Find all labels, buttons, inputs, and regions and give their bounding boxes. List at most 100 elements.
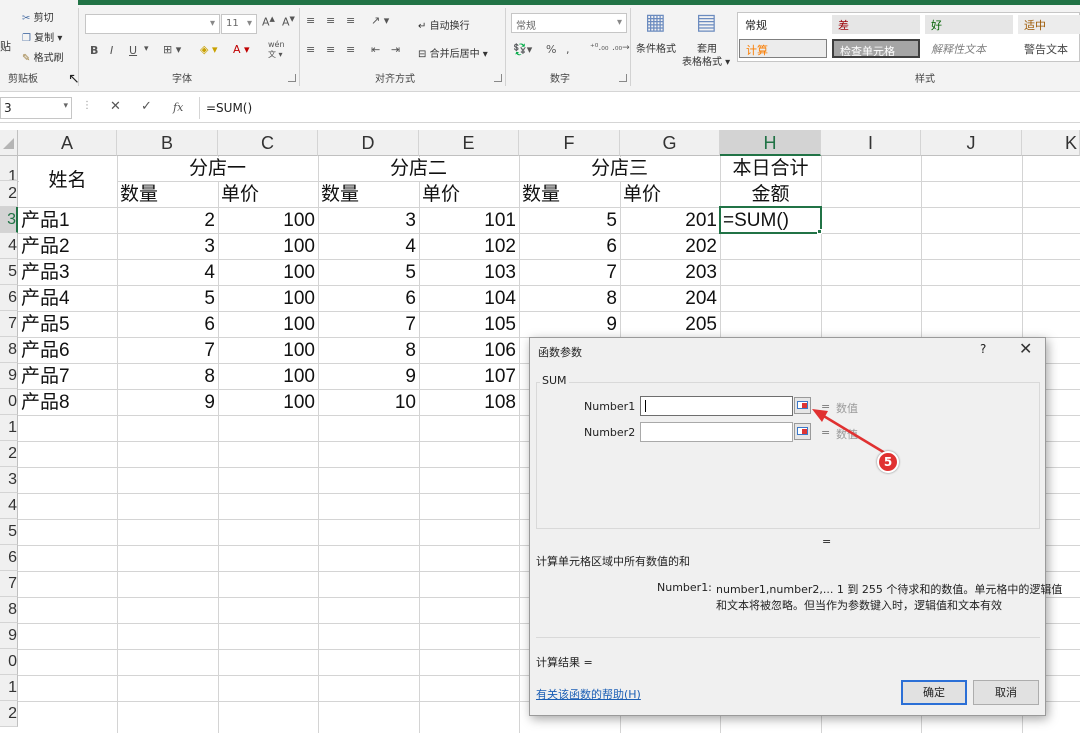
row-header[interactable]: 3: [0, 467, 18, 493]
table-cell[interactable]: 106: [419, 338, 519, 364]
row-header[interactable]: 5: [0, 259, 18, 285]
table-cell[interactable]: 9: [519, 312, 620, 338]
header-qty[interactable]: 数量: [318, 182, 419, 208]
column-header-d[interactable]: D: [318, 130, 419, 156]
table-cell[interactable]: 10: [318, 390, 419, 416]
row-header[interactable]: 1: [0, 156, 18, 181]
row-header[interactable]: 8: [0, 337, 18, 363]
decrease-indent-icon[interactable]: ⇤: [371, 43, 380, 56]
row-header[interactable]: 7: [0, 311, 18, 337]
column-header-j[interactable]: J: [921, 130, 1022, 156]
underline-dropdown-icon[interactable]: ▾: [144, 44, 149, 54]
number-format-dropdown[interactable]: 常规 ▾: [511, 13, 627, 33]
grow-font-icon[interactable]: A▲: [262, 15, 275, 29]
table-cell[interactable]: 产品8: [18, 390, 117, 416]
table-cell[interactable]: 105: [419, 312, 519, 338]
table-cell[interactable]: 102: [419, 234, 519, 260]
table-cell[interactable]: 101: [419, 208, 519, 234]
table-cell[interactable]: 5: [519, 208, 620, 234]
enter-formula-button[interactable]: ✓: [141, 99, 152, 114]
style-check-cell[interactable]: 检查单元格: [832, 39, 920, 58]
underline-button[interactable]: U: [129, 44, 137, 57]
header-qty[interactable]: 数量: [519, 182, 620, 208]
number-dialog-launcher-icon[interactable]: [619, 74, 627, 82]
table-cell[interactable]: 产品4: [18, 286, 117, 312]
font-size-dropdown[interactable]: 11 ▾: [221, 14, 257, 34]
table-cell[interactable]: 3: [117, 234, 218, 260]
header-store1[interactable]: 分店一: [117, 156, 318, 182]
table-cell[interactable]: 5: [318, 260, 419, 286]
column-header-k[interactable]: K: [1022, 130, 1080, 156]
format-painter-button[interactable]: ✎ 格式刷: [22, 49, 64, 64]
table-cell[interactable]: 6: [117, 312, 218, 338]
table-cell[interactable]: 7: [519, 260, 620, 286]
cancel-formula-button[interactable]: ✕: [110, 99, 121, 114]
insert-function-button[interactable]: fx: [173, 101, 183, 114]
increase-decimal-icon[interactable]: ⁺⁰.₀₀: [590, 43, 608, 53]
percent-button[interactable]: %: [546, 43, 556, 56]
row-header[interactable]: 5: [0, 519, 18, 545]
style-bad[interactable]: 差: [832, 15, 920, 34]
font-dialog-launcher-icon[interactable]: [288, 74, 296, 82]
comma-button[interactable]: ,: [566, 43, 570, 56]
number1-input[interactable]: [640, 396, 793, 416]
align-left-icon[interactable]: ≡: [306, 43, 315, 56]
increase-indent-icon[interactable]: ⇥: [391, 43, 400, 56]
table-cell[interactable]: 100: [218, 390, 318, 416]
header-amount[interactable]: 金额: [720, 182, 821, 208]
row-header[interactable]: 9: [0, 363, 18, 389]
align-top-icon[interactable]: ≡: [306, 14, 315, 27]
header-price[interactable]: 单价: [620, 182, 720, 208]
table-cell[interactable]: 4: [318, 234, 419, 260]
shrink-font-icon[interactable]: A▼: [282, 15, 295, 29]
row-header[interactable]: 0: [0, 389, 18, 415]
alignment-dialog-launcher-icon[interactable]: [494, 74, 502, 82]
row-header[interactable]: 6: [0, 285, 18, 311]
close-button[interactable]: ✕: [1019, 339, 1032, 358]
table-cell[interactable]: 3: [318, 208, 419, 234]
row-header[interactable]: 2: [0, 181, 18, 207]
column-header-h[interactable]: H: [720, 130, 821, 156]
table-cell[interactable]: 产品6: [18, 338, 117, 364]
fill-handle[interactable]: [817, 229, 822, 234]
column-header-c[interactable]: C: [218, 130, 318, 156]
table-cell[interactable]: 9: [318, 364, 419, 390]
fill-color-icon[interactable]: ◈ ▾: [200, 43, 217, 56]
column-header-a[interactable]: A: [18, 130, 117, 156]
row-header[interactable]: 4: [0, 233, 18, 259]
column-header-b[interactable]: B: [117, 130, 218, 156]
table-cell[interactable]: 产品2: [18, 234, 117, 260]
table-cell[interactable]: 7: [117, 338, 218, 364]
format-as-table-label-2[interactable]: 表格格式 ▾: [682, 53, 730, 68]
column-header-e[interactable]: E: [419, 130, 519, 156]
table-cell[interactable]: 产品5: [18, 312, 117, 338]
conditional-format-button[interactable]: 条件格式: [636, 40, 676, 55]
table-cell[interactable]: 204: [620, 286, 720, 312]
align-center-icon[interactable]: ≡: [326, 43, 335, 56]
wrap-text-button[interactable]: ↵ 自动换行: [418, 17, 470, 32]
header-store3[interactable]: 分店三: [519, 156, 720, 182]
header-price[interactable]: 单价: [218, 182, 318, 208]
table-cell[interactable]: 产品1: [18, 208, 117, 234]
table-cell[interactable]: 100: [218, 286, 318, 312]
border-icon[interactable]: ⊞ ▾: [163, 43, 181, 56]
row-header[interactable]: 2: [0, 701, 18, 727]
name-box[interactable]: 3 ▾: [0, 97, 72, 119]
table-cell[interactable]: 6: [318, 286, 419, 312]
table-cell[interactable]: 8: [519, 286, 620, 312]
align-bottom-icon[interactable]: ≡: [346, 14, 355, 27]
style-neutral[interactable]: 适中: [1018, 15, 1080, 34]
table-cell[interactable]: 8: [318, 338, 419, 364]
row-header[interactable]: 7: [0, 571, 18, 597]
style-good[interactable]: 好: [925, 15, 1013, 34]
copy-button[interactable]: ❐ 复制 ▾: [22, 29, 62, 44]
header-total[interactable]: 本日合计: [720, 156, 821, 182]
bold-button[interactable]: B: [90, 44, 98, 57]
row-header[interactable]: 1: [0, 415, 18, 441]
align-right-icon[interactable]: ≡: [346, 43, 355, 56]
table-cell[interactable]: 4: [117, 260, 218, 286]
row-header[interactable]: 1: [0, 675, 18, 701]
style-warning[interactable]: 警告文本: [1018, 39, 1080, 58]
table-cell[interactable]: 7: [318, 312, 419, 338]
function-help-link[interactable]: 有关该函数的帮助(H): [536, 686, 641, 702]
